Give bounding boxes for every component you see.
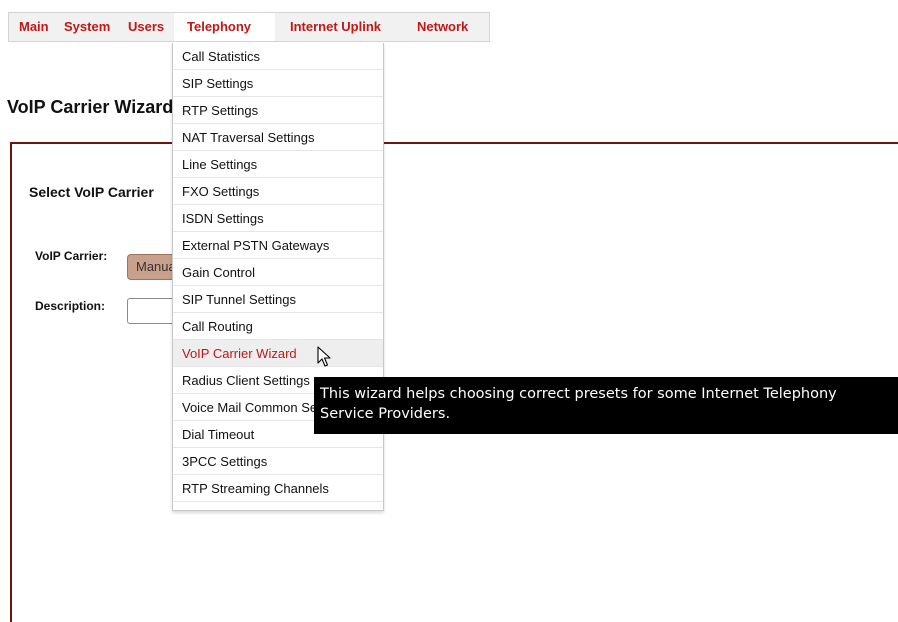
menu-item-fxo-settings[interactable]: FXO Settings	[173, 178, 383, 205]
telephony-dropdown-menu: Call Statistics SIP Settings RTP Setting…	[172, 43, 384, 511]
menu-item-external-pstn-gateways[interactable]: External PSTN Gateways	[173, 232, 383, 259]
menu-item-call-routing[interactable]: Call Routing	[173, 313, 383, 340]
menu-item-line-settings[interactable]: Line Settings	[173, 151, 383, 178]
description-label: Description:	[35, 299, 106, 313]
menu-item-gain-control[interactable]: Gain Control	[173, 259, 383, 286]
menu-item-isdn-settings[interactable]: ISDN Settings	[173, 205, 383, 232]
nav-network[interactable]: Network	[417, 13, 468, 41]
menu-item-rtp-streaming-channels[interactable]: RTP Streaming Channels	[173, 475, 383, 502]
nav-users[interactable]: Users	[128, 13, 164, 41]
nav-internet-uplink[interactable]: Internet Uplink	[290, 13, 381, 41]
menu-item-call-statistics[interactable]: Call Statistics	[173, 43, 383, 70]
menu-item-3pcc-settings[interactable]: 3PCC Settings	[173, 448, 383, 475]
nav-telephony[interactable]: Telephony	[174, 13, 275, 41]
menu-item-nat-traversal-settings[interactable]: NAT Traversal Settings	[173, 124, 383, 151]
page-title: VoIP Carrier Wizard	[7, 97, 174, 117]
nav-system[interactable]: System	[64, 13, 110, 41]
menu-item-rtp-settings[interactable]: RTP Settings	[173, 97, 383, 124]
nav-main[interactable]: Main	[19, 13, 49, 41]
menu-item-sip-settings[interactable]: SIP Settings	[173, 70, 383, 97]
menu-item-sip-tunnel-settings[interactable]: SIP Tunnel Settings	[173, 286, 383, 313]
top-nav: Main System Users Telephony Internet Upl…	[8, 12, 490, 42]
carrier-label: VoIP Carrier:	[35, 249, 108, 263]
menu-item-voip-carrier-wizard[interactable]: VoIP Carrier Wizard	[173, 340, 383, 367]
mouse-pointer-icon	[317, 346, 331, 367]
tooltip: This wizard helps choosing correct prese…	[314, 377, 898, 434]
section-title: Select VoIP Carrier	[29, 184, 154, 200]
